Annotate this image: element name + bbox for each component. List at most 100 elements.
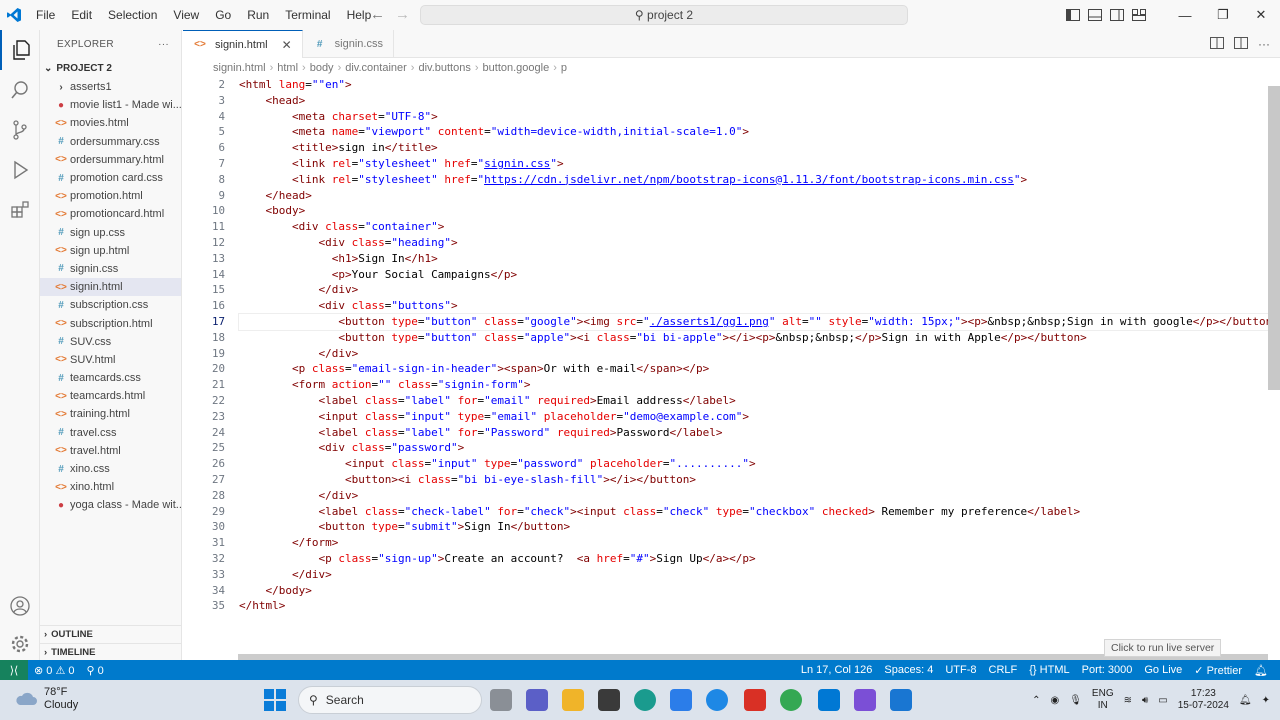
code-line[interactable]: <p>Your Social Campaigns</p>	[239, 267, 1269, 283]
problems-count[interactable]: ⊗ 0 ⚠ 0	[28, 664, 80, 677]
file-tree-item[interactable]: # SUV.css	[40, 333, 181, 351]
code-line[interactable]: <form action="" class="signin-form">	[239, 377, 1269, 393]
weather-widget[interactable]: 78°F Cloudy	[14, 686, 78, 712]
volume-icon[interactable]: 🔊︎	[1142, 695, 1148, 706]
mail-app-icon[interactable]	[670, 689, 692, 711]
file-tree-item[interactable]: # ordersummary.css	[40, 133, 181, 151]
file-tree-item[interactable]: # signin.css	[40, 260, 181, 278]
more-actions-icon[interactable]: ···	[1258, 37, 1270, 51]
toggle-panel-icon[interactable]	[1084, 0, 1106, 30]
notifications-bell-icon[interactable]: 🔔︎	[1248, 664, 1274, 677]
go-live-button[interactable]: Go Live	[1138, 664, 1188, 676]
code-line[interactable]: </div>	[239, 488, 1269, 504]
code-line[interactable]: <button type="button" class="google"><im…	[238, 312, 1279, 331]
breadcrumb-item[interactable]: signin.html	[213, 62, 266, 74]
taskbar-search-box[interactable]: ⚲ Search	[298, 686, 482, 714]
settings-app-icon[interactable]	[706, 689, 728, 711]
explorer-more-actions[interactable]: ···	[158, 39, 169, 50]
breadcrumb-item[interactable]: body	[310, 62, 334, 74]
run-debug-icon[interactable]	[0, 150, 40, 190]
code-line[interactable]: <div class="heading">	[239, 235, 1269, 251]
breadcrumb-item[interactable]: div.buttons	[418, 62, 470, 74]
timeline-section[interactable]: › TIMELINE	[40, 643, 181, 660]
file-tree-item[interactable]: # promotion card.css	[40, 169, 181, 187]
code-line[interactable]: <head>	[239, 93, 1269, 109]
code-line[interactable]: <label class="label" for="Password" requ…	[239, 425, 1269, 441]
chrome-browser-icon[interactable]	[780, 689, 802, 711]
breadcrumb-item[interactable]: div.container	[345, 62, 407, 74]
file-tree-item[interactable]: <> ordersummary.html	[40, 151, 181, 169]
file-tree-item[interactable]: <> teamcards.html	[40, 387, 181, 405]
copilot-icon[interactable]: ✦	[1262, 695, 1270, 706]
code-line[interactable]: </div>	[239, 567, 1269, 583]
file-tree-item[interactable]: <> subscription.html	[40, 314, 181, 332]
brave-browser-icon[interactable]	[744, 689, 766, 711]
file-tree-item[interactable]: <> sign up.html	[40, 242, 181, 260]
tab-signin-html[interactable]: <> signin.html ✕	[183, 30, 303, 58]
project-root[interactable]: ⌄ PROJECT 2	[40, 58, 181, 78]
code-line[interactable]: </head>	[239, 188, 1269, 204]
menu-run[interactable]: Run	[239, 0, 277, 30]
ports-count[interactable]: ⚲ 0	[80, 664, 109, 677]
line-ending[interactable]: CRLF	[983, 664, 1024, 676]
accounts-icon[interactable]	[0, 586, 40, 626]
media-app-icon[interactable]	[854, 689, 876, 711]
menu-file[interactable]: File	[28, 0, 63, 30]
file-tree-item[interactable]: <> xino.html	[40, 478, 181, 496]
file-tree-item[interactable]: # subscription.css	[40, 296, 181, 314]
file-explorer-icon[interactable]	[562, 689, 584, 711]
code-line[interactable]: <input class="input" type="password" pla…	[239, 456, 1269, 472]
code-line[interactable]: <html lang=""en">	[239, 77, 1269, 93]
customize-layout-icon[interactable]	[1128, 0, 1150, 30]
search-view-icon[interactable]	[0, 70, 40, 110]
show-hidden-icons-icon[interactable]: ⌃	[1032, 695, 1040, 706]
teams-chat-icon[interactable]	[526, 689, 548, 711]
file-tree-item[interactable]: <> promotioncard.html	[40, 205, 181, 223]
toggle-sidebar-icon[interactable]	[1062, 0, 1084, 30]
code-line[interactable]: </div>	[239, 346, 1269, 362]
back-arrow-icon[interactable]: ←	[370, 0, 385, 30]
file-tree-item[interactable]: # travel.css	[40, 424, 181, 442]
notification-bell-icon[interactable]: 🔔︎	[1239, 695, 1252, 706]
battery-icon[interactable]: ▭	[1158, 695, 1167, 706]
menu-go[interactable]: Go	[207, 0, 239, 30]
code-line[interactable]: </div>	[239, 282, 1269, 298]
tray-app-icon[interactable]: ◉	[1050, 695, 1059, 706]
toggle-secondary-sidebar-icon[interactable]	[1106, 0, 1128, 30]
menu-edit[interactable]: Edit	[63, 0, 100, 30]
code-line[interactable]: <label class="check-label" for="check"><…	[239, 504, 1269, 520]
wifi-icon[interactable]: ≋	[1124, 695, 1132, 706]
command-center-search[interactable]: ⚲ project 2	[420, 5, 908, 25]
extensions-icon[interactable]	[0, 190, 40, 230]
code-editor[interactable]: <html lang=""en"> <head> <meta charset="…	[238, 77, 1279, 614]
file-tree-item[interactable]: # teamcards.css	[40, 369, 181, 387]
close-tab-icon[interactable]: ✕	[282, 38, 292, 52]
file-tree-item[interactable]: <> movies.html	[40, 114, 181, 132]
code-line[interactable]: <title>sign in</title>	[239, 140, 1269, 156]
breadcrumb-item[interactable]: button.google	[483, 62, 550, 74]
edge-browser-icon[interactable]	[634, 689, 656, 711]
file-tree-item[interactable]: <> training.html	[40, 405, 181, 423]
close-window-icon[interactable]: ✕	[1242, 0, 1280, 30]
windows-start-icon[interactable]	[264, 689, 286, 711]
remote-indicator-icon[interactable]: ⟩⟨	[0, 660, 28, 680]
file-tree-item[interactable]: <> travel.html	[40, 442, 181, 460]
breadcrumb-item[interactable]: p	[561, 62, 567, 74]
indentation[interactable]: Spaces: 4	[878, 664, 939, 676]
cursor-position[interactable]: Ln 17, Col 126	[795, 664, 879, 676]
open-preview-icon[interactable]	[1210, 36, 1224, 52]
breadcrumb-item[interactable]: html	[277, 62, 298, 74]
file-tree-item[interactable]: # xino.css	[40, 460, 181, 478]
code-line[interactable]: <body>	[239, 203, 1269, 219]
split-editor-icon[interactable]	[1234, 36, 1248, 52]
microphone-icon[interactable]: 🎙︎	[1069, 695, 1082, 706]
live-server-port[interactable]: Port: 3000	[1076, 664, 1139, 676]
code-line[interactable]: <p class="sign-up">Create an account? <a…	[239, 551, 1269, 567]
code-line[interactable]: <div class="buttons">	[239, 298, 1269, 314]
code-line[interactable]: <link rel="stylesheet" href="https://cdn…	[239, 172, 1269, 188]
code-line[interactable]: <label class="label" for="email" require…	[239, 393, 1269, 409]
file-tree-item[interactable]: <> SUV.html	[40, 351, 181, 369]
menu-terminal[interactable]: Terminal	[277, 0, 338, 30]
prettier-status[interactable]: ✓ Prettier	[1188, 664, 1248, 677]
clock[interactable]: 17:23 15-07-2024	[1178, 688, 1229, 712]
